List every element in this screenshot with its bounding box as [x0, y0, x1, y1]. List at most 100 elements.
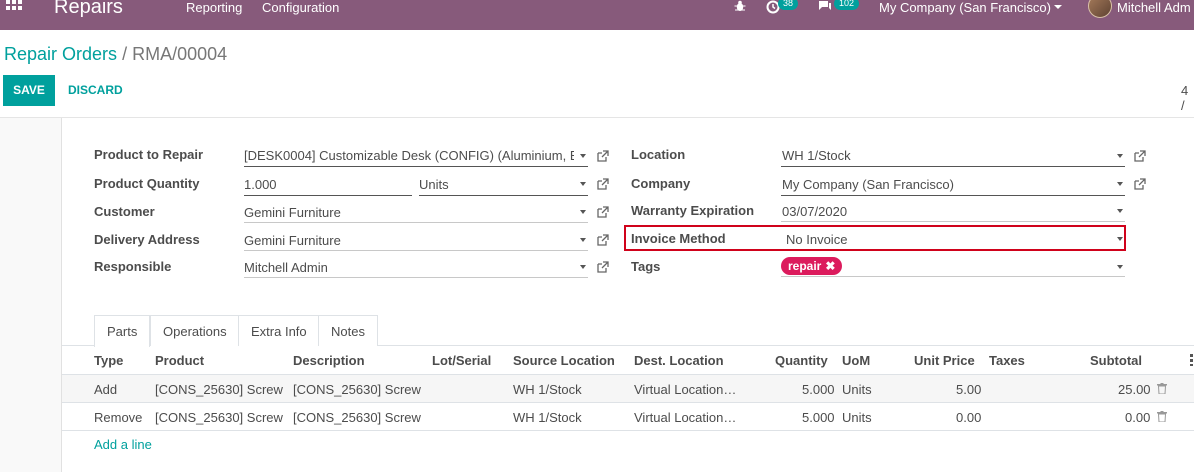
- breadcrumb: Repair Orders / RMA/00004: [4, 44, 227, 65]
- cell-product: [CONS_25630] Screw: [155, 410, 283, 425]
- remove-tag-icon[interactable]: ✖: [825, 259, 835, 273]
- label-customer: Customer: [94, 204, 155, 219]
- label-product-to-repair: Product to Repair: [94, 147, 204, 162]
- message-count-badge: 102: [834, 0, 860, 10]
- label-company: Company: [631, 176, 691, 191]
- field-underline: [781, 166, 1125, 167]
- cell-type: Remove: [94, 410, 143, 425]
- discard-button[interactable]: DISCARD: [68, 75, 123, 106]
- cell-product: [CONS_25630] Screw: [155, 382, 283, 397]
- chevron-down-icon[interactable]: [1117, 182, 1123, 186]
- breadcrumb-current: RMA/00004: [132, 44, 228, 64]
- field-underline: [419, 195, 588, 196]
- col-header-product[interactable]: Product: [155, 353, 204, 368]
- company-switcher[interactable]: My Company (San Francisco): [879, 0, 1051, 15]
- external-link-icon[interactable]: [597, 178, 609, 190]
- col-header-lot-serial[interactable]: Lot/Serial: [432, 353, 491, 368]
- cell-unit-price: 0.00: [956, 410, 982, 425]
- cell-source-location: WH 1/Stock: [513, 382, 582, 397]
- cell-subtotal: 25.00: [1118, 382, 1151, 397]
- col-header-quantity[interactable]: Quantity: [775, 353, 828, 368]
- breadcrumb-repair-orders[interactable]: Repair Orders: [4, 44, 117, 64]
- external-link-icon[interactable]: [1134, 150, 1146, 162]
- activity-count-badge: 38: [778, 0, 799, 10]
- external-link-icon[interactable]: [597, 206, 609, 218]
- label-tags: Tags: [631, 259, 661, 274]
- col-header-description[interactable]: Description: [293, 353, 365, 368]
- cell-dest-location: Virtual Location…: [634, 410, 737, 425]
- responsible-field[interactable]: Mitchell Admin: [244, 260, 564, 275]
- tag-label: repair: [788, 259, 822, 273]
- cell-quantity: 5.000: [802, 382, 835, 397]
- label-invoice-method: Invoice Method: [631, 231, 726, 246]
- chevron-down-icon[interactable]: [580, 182, 586, 186]
- cell-dest-location: Virtual Location…: [634, 382, 737, 397]
- app-title[interactable]: Repairs: [54, 0, 123, 19]
- save-button[interactable]: SAVE: [3, 75, 55, 106]
- label-warranty-expiration: Warranty Expiration: [631, 203, 755, 218]
- chevron-down-icon[interactable]: [580, 238, 586, 242]
- col-header-subtotal[interactable]: Subtotal: [1090, 353, 1142, 368]
- customer-field[interactable]: Gemini Furniture: [244, 205, 564, 220]
- chevron-down-icon[interactable]: [1054, 5, 1062, 9]
- tab-parts[interactable]: Parts: [94, 315, 151, 347]
- field-underline: [781, 221, 1125, 222]
- user-menu[interactable]: Mitchell Adm: [1117, 0, 1191, 15]
- field-underline: [781, 195, 1125, 196]
- tab-operations[interactable]: Operations: [150, 315, 240, 346]
- column-options-icon[interactable]: [1190, 354, 1194, 366]
- label-product-quantity: Product Quantity: [94, 176, 200, 191]
- top-navbar: Repairs Reporting Configuration 38 102 M…: [0, 0, 1194, 30]
- messages-chat-icon[interactable]: [818, 0, 832, 12]
- delivery-address-field[interactable]: Gemini Furniture: [244, 233, 564, 248]
- chevron-down-icon[interactable]: [1117, 237, 1123, 241]
- product-to-repair-field[interactable]: [DESK0004] Customizable Desk (CONFIG) (A…: [244, 148, 574, 163]
- chevron-down-icon[interactable]: [580, 265, 586, 269]
- col-header-dest-location[interactable]: Dest. Location: [634, 353, 724, 368]
- external-link-icon[interactable]: [597, 150, 609, 162]
- chevron-down-icon[interactable]: [1117, 209, 1123, 213]
- cell-subtotal: 0.00: [1125, 410, 1151, 425]
- tab-extra-info[interactable]: Extra Info: [238, 315, 320, 346]
- chevron-down-icon[interactable]: [1117, 154, 1123, 158]
- col-header-type[interactable]: Type: [94, 353, 123, 368]
- chevron-down-icon[interactable]: [1117, 265, 1123, 269]
- col-header-taxes[interactable]: Taxes: [989, 353, 1025, 368]
- external-link-icon[interactable]: [1134, 178, 1146, 190]
- uom-select[interactable]: Units: [419, 177, 569, 192]
- field-underline: [244, 222, 588, 223]
- apps-menu-icon[interactable]: [6, 0, 22, 16]
- invoice-method-select[interactable]: No Invoice: [786, 232, 1106, 247]
- breadcrumb-separator: /: [122, 44, 128, 64]
- field-underline: [781, 276, 1125, 277]
- product-quantity-input[interactable]: 1.000: [244, 177, 404, 192]
- cell-description: [CONS_25630] Screw: [293, 382, 421, 397]
- trash-icon[interactable]: [1157, 383, 1167, 394]
- col-header-unit-price[interactable]: Unit Price: [914, 353, 975, 368]
- company-field[interactable]: My Company (San Francisco): [782, 177, 1102, 192]
- cell-description: [CONS_25630] Screw: [293, 410, 421, 425]
- trash-icon[interactable]: [1157, 411, 1167, 422]
- chevron-down-icon[interactable]: [580, 210, 586, 214]
- warranty-expiration-field[interactable]: 03/07/2020: [782, 204, 1102, 219]
- chevron-down-icon[interactable]: [580, 154, 586, 158]
- avatar[interactable]: [1088, 0, 1112, 18]
- field-underline: [244, 277, 588, 278]
- tag-repair[interactable]: repair ✖: [781, 257, 843, 275]
- tab-notes[interactable]: Notes: [318, 315, 378, 346]
- pager[interactable]: 4 /: [1181, 83, 1194, 113]
- external-link-icon[interactable]: [597, 261, 609, 273]
- col-header-source-location[interactable]: Source Location: [513, 353, 615, 368]
- add-line-link[interactable]: Add a line: [94, 437, 152, 452]
- location-field[interactable]: WH 1/Stock: [782, 148, 1102, 163]
- field-underline: [244, 250, 588, 251]
- label-location: Location: [631, 147, 686, 162]
- cell-uom: Units: [842, 382, 872, 397]
- debug-bug-icon[interactable]: [734, 0, 746, 12]
- cell-type: Add: [94, 382, 118, 397]
- external-link-icon[interactable]: [597, 234, 609, 246]
- menu-reporting[interactable]: Reporting: [186, 0, 242, 15]
- menu-configuration[interactable]: Configuration: [262, 0, 339, 15]
- field-underline: [244, 195, 412, 196]
- col-header-uom[interactable]: UoM: [842, 353, 870, 368]
